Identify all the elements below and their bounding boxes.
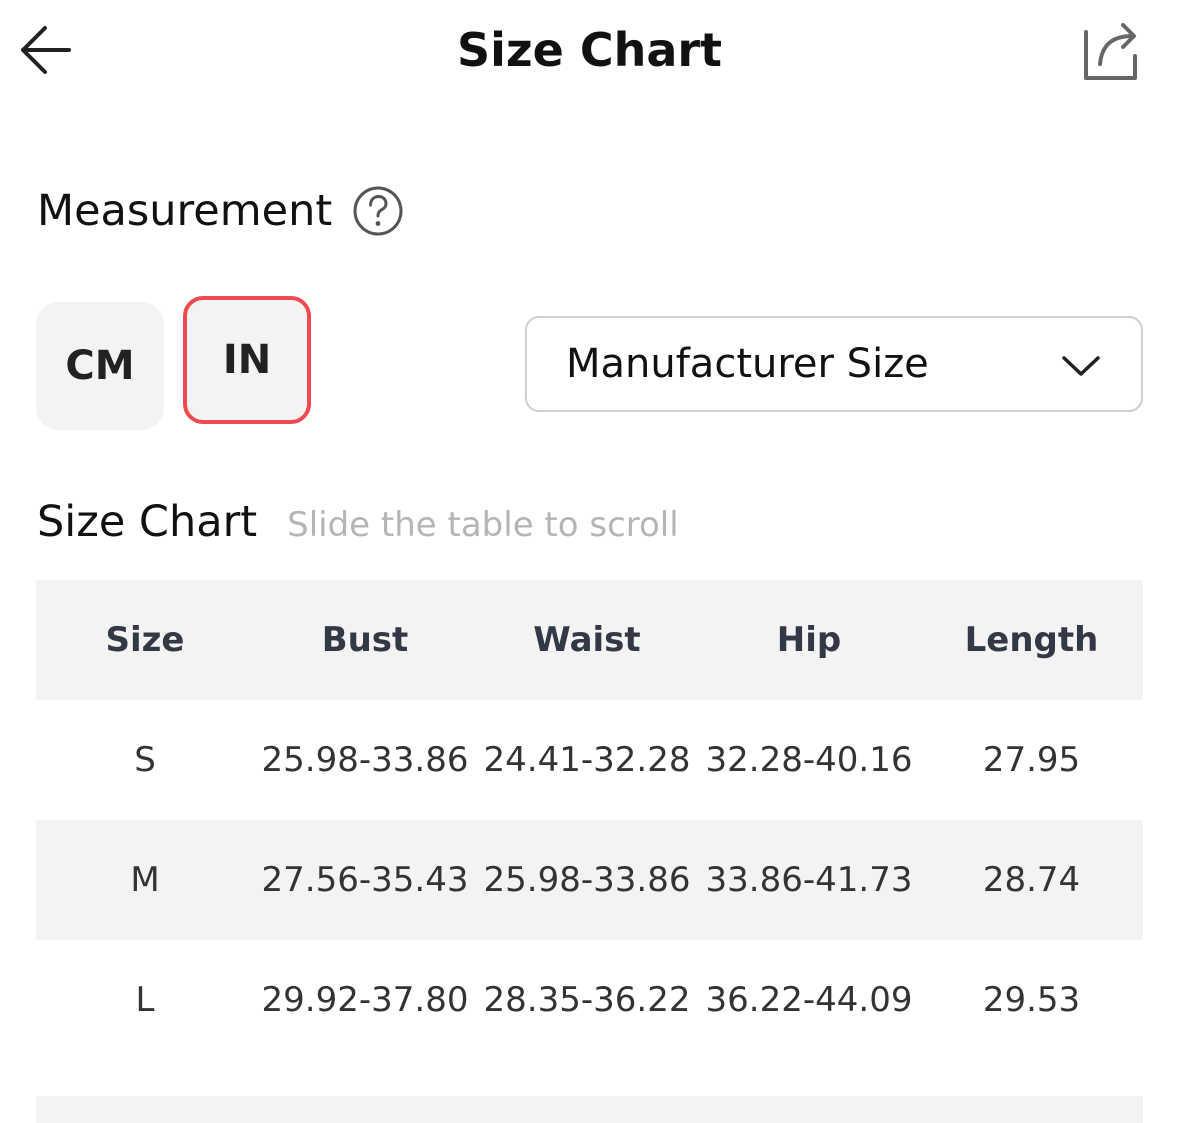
- size-chart-screen: Size Chart Measurement CM IN Manufacture…: [0, 0, 1179, 1123]
- table-cell: 27.95: [982, 740, 1081, 780]
- chevron-down-icon: [1061, 348, 1101, 384]
- back-button[interactable]: [10, 18, 80, 82]
- table-cell: 28.74: [982, 860, 1081, 900]
- measurement-label: Measurement: [37, 186, 333, 236]
- unit-toggle-cm[interactable]: CM: [36, 302, 164, 430]
- size-type-select[interactable]: Manufacturer Size: [525, 316, 1143, 412]
- table-header-row: Size Bust Waist Hip Length: [36, 580, 1143, 700]
- table-cell: 33.86-41.73: [705, 860, 913, 900]
- table-cell: 29.92-37.80: [261, 980, 469, 1020]
- size-table[interactable]: Size Bust Waist Hip Length S 25.98-33.86…: [36, 580, 1143, 1060]
- table-row: L 29.92-37.80 28.35-36.22 36.22-44.09 29…: [36, 940, 1143, 1060]
- column-header-size: Size: [105, 620, 185, 660]
- share-button[interactable]: [1068, 16, 1144, 86]
- column-header-length: Length: [964, 620, 1099, 660]
- unit-toggle-in[interactable]: IN: [183, 296, 311, 424]
- size-type-select-value: Manufacturer Size: [566, 341, 929, 387]
- arrow-left-icon: [21, 26, 71, 74]
- table-cell: 32.28-40.16: [705, 740, 913, 780]
- scroll-hint: Slide the table to scroll: [287, 505, 679, 545]
- table-cell: 28.35-36.22: [483, 980, 691, 1020]
- table-cell: 29.53: [982, 980, 1081, 1020]
- table-row: S 25.98-33.86 24.41-32.28 32.28-40.16 27…: [36, 700, 1143, 820]
- table-cell: L: [135, 980, 155, 1020]
- table-cell: S: [134, 740, 156, 780]
- share-icon: [1084, 23, 1137, 80]
- size-chart-heading: Size Chart Slide the table to scroll: [37, 492, 679, 552]
- page-title: Size Chart: [456, 23, 723, 77]
- table-row-partial: [36, 1096, 1143, 1123]
- measurement-row: Measurement: [37, 180, 404, 242]
- size-chart-title: Size Chart: [37, 497, 258, 547]
- table-row: M 27.56-35.43 25.98-33.86 33.86-41.73 28…: [36, 820, 1143, 940]
- column-header-hip: Hip: [776, 620, 842, 660]
- table-cell: 25.98-33.86: [483, 860, 691, 900]
- question-circle-icon[interactable]: [352, 185, 404, 237]
- column-header-bust: Bust: [321, 620, 409, 660]
- table-cell: M: [130, 860, 160, 900]
- table-cell: 24.41-32.28: [483, 740, 691, 780]
- table-cell: 36.22-44.09: [705, 980, 913, 1020]
- header: Size Chart: [0, 0, 1179, 100]
- table-cell: 27.56-35.43: [261, 860, 469, 900]
- table-cell: 25.98-33.86: [261, 740, 469, 780]
- column-header-waist: Waist: [533, 620, 641, 660]
